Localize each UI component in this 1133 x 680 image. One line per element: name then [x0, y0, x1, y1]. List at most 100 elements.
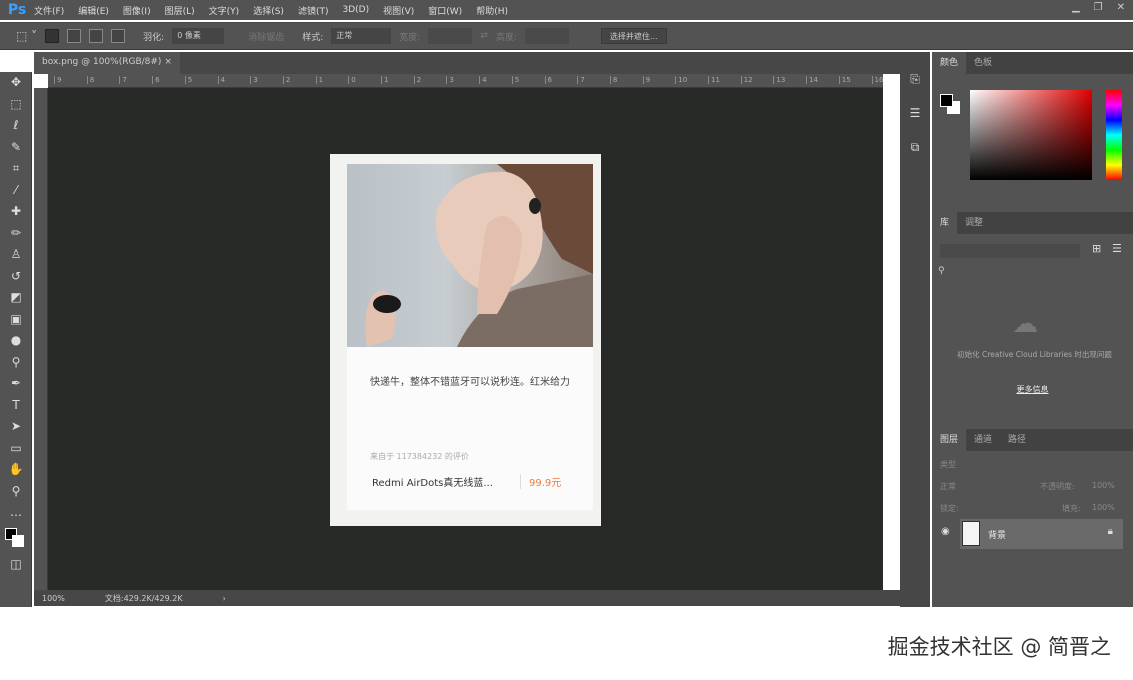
menu-view[interactable]: 视图(V) — [383, 4, 414, 17]
height-input[interactable] — [525, 28, 569, 44]
intersect-selection-icon[interactable] — [111, 29, 125, 43]
watermark: 掘金技术社区 @ 简晋之 — [888, 631, 1111, 661]
lasso-tool-icon[interactable]: ℓ — [0, 115, 32, 137]
tab-swatches[interactable]: 色板 — [966, 52, 1000, 74]
layer-thumbnail — [962, 521, 980, 546]
tab-color[interactable]: 颜色 — [932, 52, 966, 74]
menu-edit[interactable]: 编辑(E) — [78, 4, 109, 17]
layer-filter-select[interactable]: 类型 — [940, 459, 956, 470]
horizontal-ruler: 98765432101234567891011121314151617 — [48, 74, 883, 88]
product-name: Redmi AirDots真无线蓝... — [372, 474, 493, 489]
width-input[interactable] — [428, 28, 472, 44]
style-select[interactable]: 正常 — [331, 28, 391, 44]
history-panel-icon[interactable]: ⎘ — [900, 62, 930, 96]
layer-name: 背景 — [988, 528, 1006, 541]
new-selection-icon[interactable] — [45, 29, 59, 43]
hue-slider[interactable] — [1106, 90, 1122, 180]
menu-help[interactable]: 帮助(H) — [476, 4, 508, 17]
ruler-tick: 1 — [316, 76, 323, 84]
properties-panel-icon[interactable]: ☰ — [900, 96, 930, 130]
close-tab-icon[interactable]: × — [164, 57, 172, 67]
foreground-color-swatch[interactable] — [940, 94, 953, 107]
fill-input[interactable]: 100% — [1092, 503, 1115, 512]
ruler-tick: 2 — [414, 76, 421, 84]
quick-select-tool-icon[interactable]: ✎ — [0, 137, 32, 159]
vertical-ruler — [34, 88, 48, 590]
gradient-tool-icon[interactable]: ▣ — [0, 309, 32, 331]
grid-view-icon[interactable]: ⊞ — [1092, 242, 1101, 255]
more-tools-icon[interactable]: … — [0, 502, 32, 524]
library-panel-tabs: 库 调整 — [932, 212, 1133, 234]
eraser-tool-icon[interactable]: ◩ — [0, 287, 32, 309]
marquee-tool-icon[interactable]: ⬚ — [0, 94, 32, 116]
ruler-tick: 2 — [283, 76, 290, 84]
ruler-tick: 5 — [512, 76, 519, 84]
quick-mask-icon[interactable]: ◫ — [0, 554, 32, 576]
search-icon[interactable]: ⚲ — [938, 266, 945, 276]
blend-mode-select[interactable]: 正常 — [940, 481, 956, 492]
subtract-selection-icon[interactable] — [89, 29, 103, 43]
menu-filter[interactable]: 滤镜(T) — [298, 4, 329, 17]
menu-window[interactable]: 窗口(W) — [428, 4, 462, 17]
ruler-tick: 4 — [218, 76, 225, 84]
zoom-level[interactable]: 100% — [42, 594, 65, 603]
tab-layers[interactable]: 图层 — [932, 429, 966, 451]
history-brush-icon[interactable]: ↺ — [0, 266, 32, 288]
brush-tool-icon[interactable]: ✏ — [0, 223, 32, 245]
antialias-checkbox[interactable]: 消除锯齿 — [248, 30, 284, 43]
paths-panel-icon[interactable]: ⧉ — [900, 130, 930, 164]
move-tool-icon[interactable]: ✥ — [0, 72, 32, 94]
style-label: 样式: — [302, 30, 323, 43]
add-selection-icon[interactable] — [67, 29, 81, 43]
lock-icon: 🔒︎ — [1108, 526, 1113, 537]
status-menu-arrow[interactable]: › — [223, 594, 226, 603]
blur-tool-icon[interactable]: ● — [0, 330, 32, 352]
tab-channels[interactable]: 通道 — [966, 429, 1000, 451]
swap-icon[interactable]: ⇄ — [480, 31, 488, 41]
menu-file[interactable]: 文件(F) — [34, 4, 64, 17]
close-icon[interactable]: ✕ — [1117, 2, 1125, 13]
document-tab[interactable]: box.png @ 100%(RGB/8#) × — [34, 52, 180, 74]
menu-3d[interactable]: 3D(D) — [342, 5, 369, 15]
layer-row-background[interactable]: 背景 🔒︎ — [960, 519, 1123, 549]
right-panels: 颜色 色板 库 调整 ⊞ ☰ ⚲ ☁ 初始化 Creative Cloud Li… — [932, 52, 1133, 607]
crop-tool-icon[interactable]: ⌗ — [0, 158, 32, 180]
visibility-eye-icon[interactable]: ◉ — [941, 526, 950, 537]
marquee-preset-icon[interactable]: ⬚ ˅ — [16, 29, 37, 43]
pen-tool-icon[interactable]: ✒ — [0, 373, 32, 395]
menu-select[interactable]: 选择(S) — [253, 4, 284, 17]
library-select[interactable] — [940, 244, 1080, 258]
document-tab-title: box.png @ 100%(RGB/8#) — [42, 57, 161, 67]
select-and-mask-button[interactable]: 选择并遮住... — [601, 28, 667, 44]
color-picker-field[interactable] — [970, 90, 1092, 180]
feather-input[interactable]: 0 像素 — [172, 28, 224, 44]
tab-paths[interactable]: 路径 — [1000, 429, 1034, 451]
tab-adjustments[interactable]: 调整 — [957, 212, 991, 234]
ruler-tick: 6 — [152, 76, 159, 84]
opacity-input[interactable]: 100% — [1092, 481, 1115, 490]
menu-bar: Ps 文件(F) 编辑(E) 图像(I) 图层(L) 文字(Y) 选择(S) 滤… — [0, 0, 1133, 20]
stamp-tool-icon[interactable]: ♙ — [0, 244, 32, 266]
list-view-icon[interactable]: ☰ — [1112, 242, 1122, 255]
fill-label: 填充: — [1062, 503, 1081, 514]
menu-layer[interactable]: 图层(L) — [165, 4, 195, 17]
minimize-icon[interactable]: ▁ — [1072, 2, 1080, 13]
ruler-tick: 1 — [381, 76, 388, 84]
type-tool-icon[interactable]: T — [0, 395, 32, 417]
panel-icon-strip: ⎘ ☰ ⧉ — [900, 52, 930, 607]
hand-tool-icon[interactable]: ✋ — [0, 459, 32, 481]
more-info-link[interactable]: 更多信息 — [932, 384, 1133, 395]
eyedropper-tool-icon[interactable]: ⁄ — [0, 180, 32, 202]
tab-libraries[interactable]: 库 — [932, 212, 957, 234]
zoom-tool-icon[interactable]: ⚲ — [0, 481, 32, 503]
menu-image[interactable]: 图像(I) — [123, 4, 151, 17]
dodge-tool-icon[interactable]: ⚲ — [0, 352, 32, 374]
ruler-tick: 15 — [839, 76, 851, 84]
healing-tool-icon[interactable]: ✚ — [0, 201, 32, 223]
rectangle-tool-icon[interactable]: ▭ — [0, 438, 32, 460]
path-select-tool-icon[interactable]: ➤ — [0, 416, 32, 438]
menu-type[interactable]: 文字(Y) — [209, 4, 240, 17]
restore-icon[interactable]: ❐ — [1094, 2, 1103, 13]
ruler-tick: 8 — [87, 76, 94, 84]
color-swatches-icon[interactable] — [0, 524, 32, 554]
